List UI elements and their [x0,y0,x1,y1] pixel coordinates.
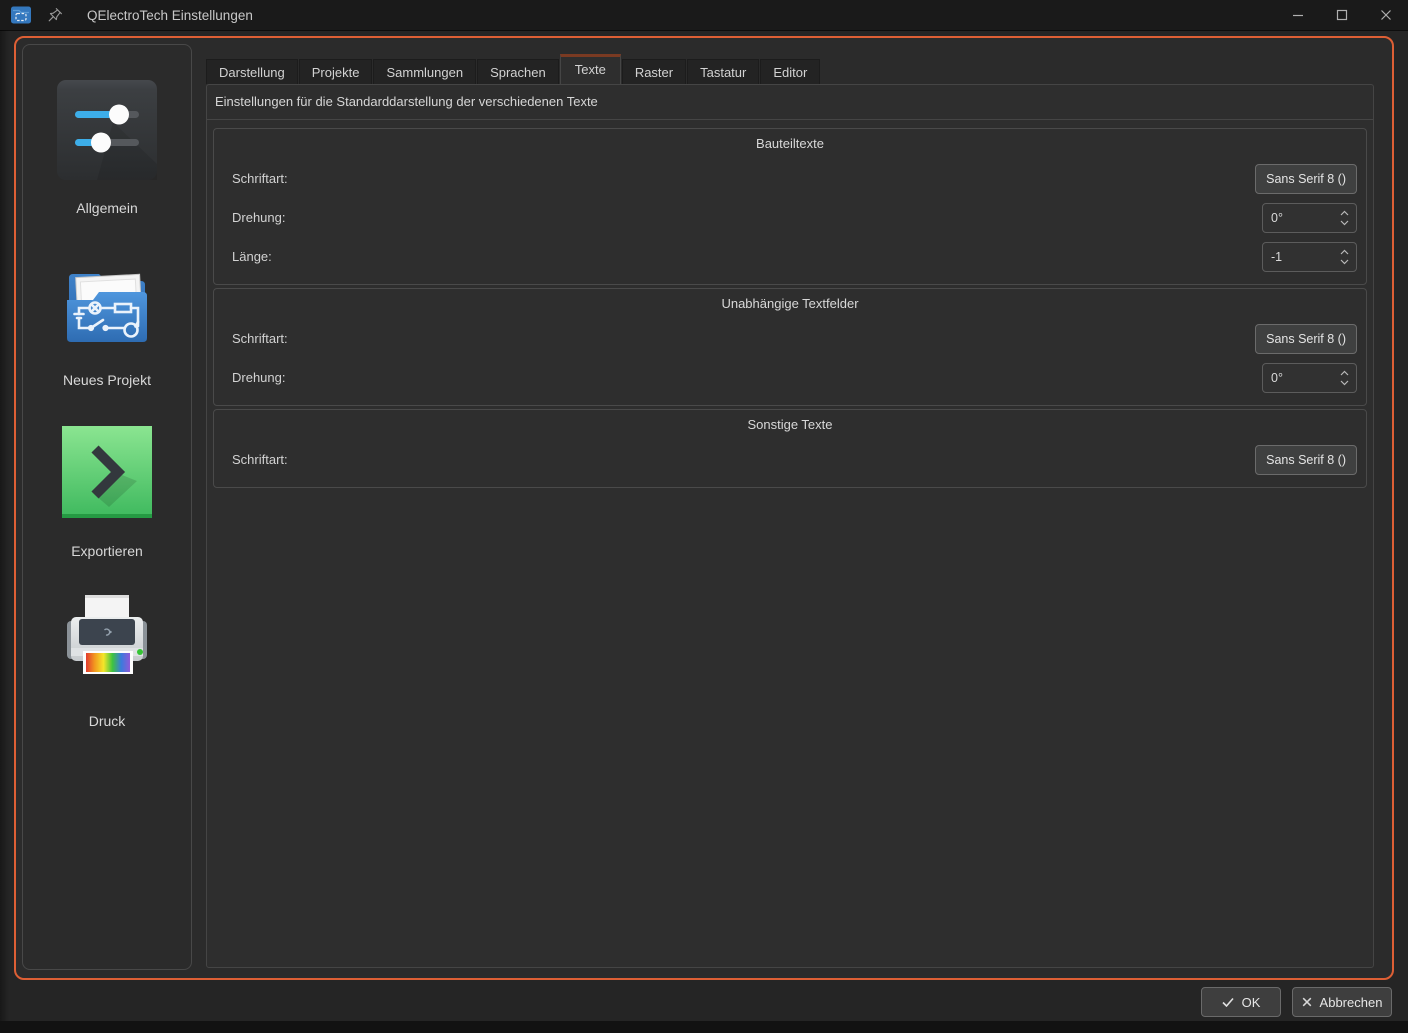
sidebar-item-allgemein[interactable]: Allgemein [23,78,191,216]
schriftart-font-button[interactable]: Sans Serif 8 () [1255,164,1357,194]
sidebar-item-label: Allgemein [76,200,137,216]
setting-row-drehung: Drehung: 0° [223,198,1357,237]
sidebar-item-label: Neues Projekt [63,372,151,388]
panel-header-text: Einstellungen für die Standarddarstellun… [207,85,1373,120]
field-label: Drehung: [232,370,285,385]
settings-groups: Bauteiltexte Schriftart: Sans Serif 8 () Dr… [207,120,1373,488]
ok-button-label: OK [1242,995,1261,1010]
tab-tastatur[interactable]: Tastatur [687,59,759,84]
sidebar-item-druck[interactable]: Druck [23,591,191,729]
ok-button[interactable]: OK [1201,987,1281,1017]
settings-dialog-frame: Allgemein Neues Projekt Exportieren Druck D… [14,36,1394,980]
l-nge-spinbox[interactable]: -1 [1262,242,1357,272]
titlebar: QElectroTech Einstellungen [0,0,1408,31]
group-unabh-ngige-textfelder: Unabhängige Textfelder Schriftart: Sans Se… [213,288,1367,406]
group-sonstige-texte: Sonstige Texte Schriftart: Sans Serif 8 () [213,409,1367,488]
spin-down-button[interactable] [1340,380,1349,386]
check-icon [1222,997,1234,1007]
spin-up-button[interactable] [1340,370,1349,376]
spinbox-value: -1 [1263,250,1340,264]
cancel-button-label: Abbrechen [1320,995,1383,1010]
spinbox-value: 0° [1263,211,1340,225]
field-label: Drehung: [232,210,285,225]
setting-row-l-nge: Länge: -1 [223,237,1357,276]
close-icon [1302,997,1312,1007]
spin-down-button[interactable] [1340,259,1349,265]
window-left-shadow [0,30,9,1033]
tab-projekte[interactable]: Projekte [299,59,373,84]
window-bottom-edge [0,1021,1408,1033]
window-controls [1292,9,1392,21]
setting-row-schriftart: Schriftart: Sans Serif 8 () [223,159,1357,198]
printer-icon [55,591,159,695]
sidebar-item-neues-projekt[interactable]: Neues Projekt [23,250,191,388]
setting-row-drehung: Drehung: 0° [223,358,1357,397]
sliders-icon [55,78,159,182]
field-label: Schriftart: [232,331,288,346]
minimize-button[interactable] [1292,9,1304,21]
schriftart-font-button[interactable]: Sans Serif 8 () [1255,445,1357,475]
settings-sidebar: Allgemein Neues Projekt Exportieren Druck [22,44,192,970]
sidebar-item-exportieren[interactable]: Exportieren [23,421,191,559]
group-bauteiltexte: Bauteiltexte Schriftart: Sans Serif 8 () Dr… [213,128,1367,285]
tab-sprachen[interactable]: Sprachen [477,59,559,84]
spin-up-button[interactable] [1340,249,1349,255]
project-folder-icon [55,250,159,354]
spinbox-value: 0° [1263,371,1340,385]
maximize-button[interactable] [1336,9,1348,21]
drehung-spinbox[interactable]: 0° [1262,363,1357,393]
dialog-button-row: OK Abbrechen [1201,987,1392,1017]
export-arrow-icon [55,421,159,525]
field-label: Schriftart: [232,171,288,186]
sidebar-item-label: Exportieren [71,543,143,559]
tab-texte[interactable]: Texte [560,54,621,84]
field-label: Schriftart: [232,452,288,467]
tab-editor[interactable]: Editor [760,59,820,84]
close-button[interactable] [1380,9,1392,21]
cancel-button[interactable]: Abbrechen [1292,987,1392,1017]
group-title: Sonstige Texte [214,417,1366,432]
schriftart-font-button[interactable]: Sans Serif 8 () [1255,324,1357,354]
spin-down-button[interactable] [1340,220,1349,226]
tab-sammlungen[interactable]: Sammlungen [373,59,476,84]
settings-tab-bar: DarstellungProjekteSammlungenSprachenTex… [206,54,821,84]
setting-row-schriftart: Schriftart: Sans Serif 8 () [223,319,1357,358]
app-icon [10,4,32,26]
group-title: Bauteiltexte [214,136,1366,151]
pin-icon[interactable] [47,7,63,23]
spin-up-button[interactable] [1340,210,1349,216]
group-title: Unabhängige Textfelder [214,296,1366,311]
setting-row-schriftart: Schriftart: Sans Serif 8 () [223,440,1357,479]
texte-tab-panel: Einstellungen für die Standarddarstellun… [206,84,1374,968]
drehung-spinbox[interactable]: 0° [1262,203,1357,233]
window-title: QElectroTech Einstellungen [87,8,253,23]
tab-darstellung[interactable]: Darstellung [206,59,298,84]
sidebar-item-label: Druck [89,713,126,729]
field-label: Länge: [232,249,272,264]
tab-raster[interactable]: Raster [622,59,686,84]
